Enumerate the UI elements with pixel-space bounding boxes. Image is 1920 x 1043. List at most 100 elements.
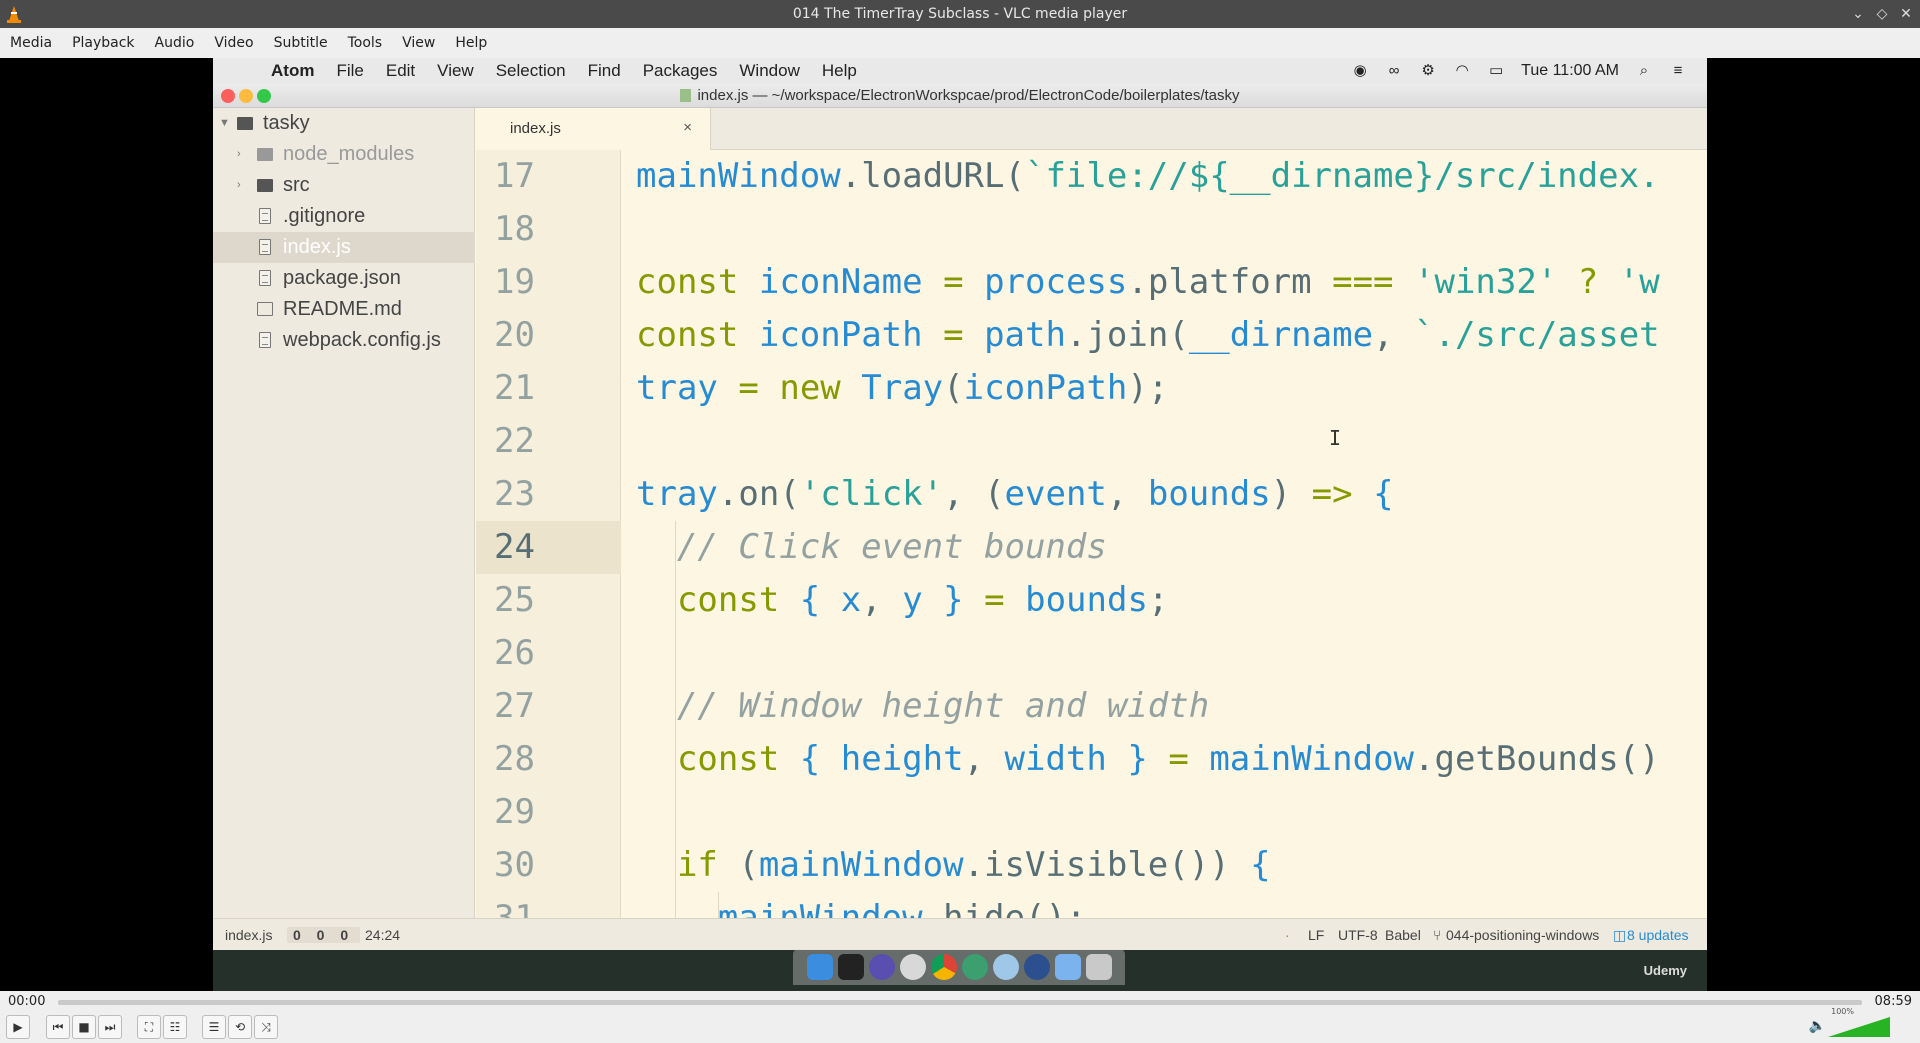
speaker-icon[interactable]: 🔈: [1809, 1018, 1826, 1034]
code-line: mainWindow.hide();: [717, 898, 1087, 918]
status-line-ending: LF: [1308, 927, 1325, 943]
git-branch-icon: ⑂: [1433, 927, 1442, 943]
tree-item-node-modules: › node_modules: [213, 139, 475, 170]
menu-audio[interactable]: Audio: [145, 35, 205, 51]
tree-item-src: › src: [213, 170, 475, 201]
line-number: 25: [494, 580, 535, 620]
line-number: 26: [494, 633, 535, 673]
udemy-watermark: Udemy: [1643, 963, 1687, 978]
downloads-folder-icon: [1054, 954, 1081, 980]
line-number: 28: [494, 739, 535, 779]
tree-item-tasky: ▼ tasky: [213, 108, 475, 139]
wifi-icon: ◠: [1455, 62, 1469, 79]
mac-menu-help: Help: [821, 61, 857, 80]
globe-app-icon: [961, 954, 988, 980]
atom-editor-icon: [868, 954, 895, 980]
extended-settings-button[interactable]: ☷: [163, 1015, 187, 1039]
line-number-current: 24: [476, 521, 621, 574]
settings-app-icon: [992, 954, 1019, 980]
book-icon: [257, 302, 273, 316]
menu-media[interactable]: Media: [0, 35, 62, 51]
status-git-branch: 044-positioning-windows: [1446, 927, 1600, 943]
menu-help[interactable]: Help: [445, 35, 497, 51]
line-number: 22: [494, 421, 535, 461]
code-line: // Window height and width: [676, 686, 1210, 726]
mac-menu-packages: Packages: [642, 61, 718, 80]
loop-button[interactable]: ⟲: [228, 1015, 252, 1039]
status-lint-counts: 0 0 0: [287, 927, 361, 943]
code-line: tray = new Tray(iconPath);: [636, 368, 1169, 408]
menu-tools[interactable]: Tools: [338, 35, 393, 51]
mac-app-name: Atom: [271, 61, 315, 80]
code-line: const { x, y } = bounds;: [676, 580, 1169, 620]
close-icon[interactable]: ✕: [1898, 6, 1914, 22]
atom-window: index.js — ~/workspace/ElectronWorkspcae…: [213, 84, 1707, 950]
record-icon: ◉: [1353, 62, 1367, 79]
status-bar: index.js 0 0 0 24:24 · LF UTF-8 Babel ⑂ …: [213, 918, 1707, 950]
code-line: tray.on('click', (event, bounds) => {: [636, 474, 1394, 514]
fullscreen-button[interactable]: ⛶: [137, 1015, 161, 1039]
previous-button[interactable]: ⏮: [46, 1015, 70, 1039]
line-number: 21: [494, 368, 535, 408]
stop-button[interactable]: ■: [72, 1015, 96, 1039]
line-number: 29: [494, 792, 535, 832]
battery-icon: ▭: [1489, 62, 1504, 79]
window-zoom-button: [257, 89, 271, 103]
cog-icon: ⚙: [1421, 62, 1435, 79]
mac-menu-selection: Selection: [495, 61, 566, 80]
play-button[interactable]: ▶: [6, 1015, 30, 1039]
status-cursor-position: 24:24: [365, 927, 401, 943]
code-area[interactable]: mainWindow.loadURL(`file://${__dirname}/…: [636, 150, 1707, 918]
chevron-right-icon: ›: [237, 148, 241, 160]
window-close-button: [221, 89, 235, 103]
menu-video[interactable]: Video: [204, 35, 263, 51]
minimize-icon[interactable]: ⌄: [1850, 6, 1866, 22]
menu-view[interactable]: View: [392, 35, 445, 51]
mac-menu-window: Window: [739, 61, 800, 80]
seek-slider[interactable]: [58, 1000, 1862, 1005]
tree-item-index-js: index.js: [213, 232, 475, 263]
status-grammar: Babel: [1385, 927, 1421, 943]
mac-menu-file: File: [336, 61, 364, 80]
folder-icon: [257, 179, 273, 192]
status-file-name: index.js: [225, 927, 273, 943]
mac-menu-find: Find: [587, 61, 621, 80]
code-editor: 17 18 19 20 21 22 23 24 25 26 27 28 29 3…: [476, 150, 1707, 918]
next-button[interactable]: ⏭: [98, 1015, 122, 1039]
code-line: mainWindow.loadURL(`file://${__dirname}/…: [636, 156, 1660, 196]
file-icon: [259, 208, 271, 224]
file-icon: [259, 239, 271, 255]
atom-title-bar: index.js — ~/workspace/ElectronWorkspcae…: [213, 84, 1707, 108]
window-minimize-button: [239, 89, 253, 103]
playlist-button[interactable]: ☰: [202, 1015, 226, 1039]
time-elapsed: 00:00: [8, 994, 46, 1009]
tree-item-webpack-config: webpack.config.js: [213, 325, 475, 356]
restore-icon[interactable]: ◇: [1874, 6, 1890, 22]
tab-close-icon: ×: [683, 119, 692, 136]
code-line: const iconName = process.platform === 'w…: [636, 262, 1660, 302]
line-number: 17: [494, 156, 535, 196]
quicktime-icon: [1023, 954, 1050, 980]
vlc-controls: 00:00 08:59 ▶ ⏮ ■ ⏭ ⛶ ☷ ☰ ⟲ ⤨ 100% 🔈: [0, 991, 1920, 1043]
mac-menu-view: View: [437, 61, 474, 80]
volume-slider[interactable]: [1828, 1017, 1890, 1037]
trash-icon: [1085, 954, 1112, 980]
chevron-right-icon: ›: [237, 179, 241, 191]
line-number: 27: [494, 686, 535, 726]
line-number: 30: [494, 845, 535, 885]
emoji-app-icon: [899, 954, 926, 980]
status-encoding: UTF-8: [1338, 927, 1378, 943]
shuffle-button[interactable]: ⤨: [254, 1015, 278, 1039]
tab-label: index.js: [510, 120, 561, 137]
line-number: 20: [494, 315, 535, 355]
menu-subtitle[interactable]: Subtitle: [264, 35, 338, 51]
vlc-menu-bar: Media Playback Audio Video Subtitle Tool…: [0, 28, 1920, 58]
document-icon: [680, 89, 692, 102]
tree-item-package-json: package.json: [213, 263, 475, 294]
menu-playback[interactable]: Playback: [62, 35, 144, 51]
line-number: 31: [494, 898, 535, 918]
mac-dock: [793, 949, 1125, 985]
video-area[interactable]: Atom File Edit View Selection Find Packa…: [0, 58, 1920, 991]
video-frame: Atom File Edit View Selection Find Packa…: [213, 58, 1707, 991]
code-line: if (mainWindow.isVisible()) {: [676, 845, 1271, 885]
